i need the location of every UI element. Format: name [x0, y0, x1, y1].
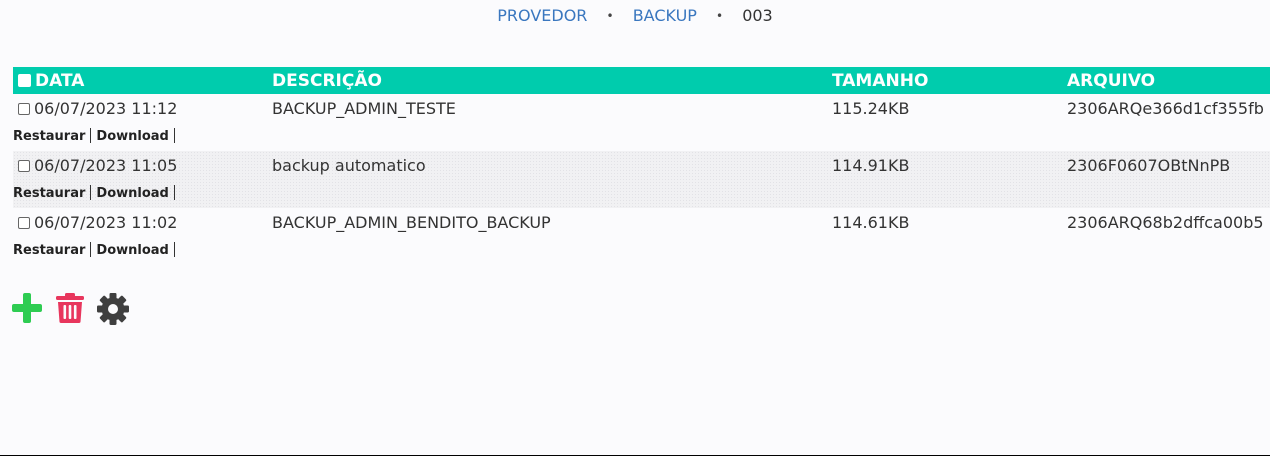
delete-backup-button[interactable] [54, 292, 88, 326]
breadcrumb-provedor[interactable]: PROVEDOR [497, 6, 587, 25]
restore-link[interactable]: Restaurar [13, 186, 85, 201]
action-divider [90, 128, 92, 143]
table-row: 06/07/2023 11:05 backup automatico 114.9… [13, 151, 1270, 208]
action-divider [173, 242, 175, 257]
select-all-checkbox[interactable] [18, 74, 31, 87]
plus-icon [11, 292, 45, 324]
header-data-label: DATA [35, 71, 85, 91]
action-divider [90, 185, 92, 200]
row-file: 2306ARQ68b2dffca00b5 [1067, 213, 1264, 232]
row-file: 2306F0607OBtNnPB [1067, 156, 1231, 175]
row-size: 115.24KB [832, 99, 910, 118]
row-date-cell: 06/07/2023 11:12 [18, 98, 177, 120]
row-checkbox[interactable] [18, 217, 30, 229]
action-divider [173, 128, 175, 143]
breadcrumb-separator: • [606, 9, 614, 23]
table-row: 06/07/2023 11:02 BACKUP_ADMIN_BENDITO_BA… [13, 208, 1270, 265]
add-backup-button[interactable] [11, 292, 45, 326]
row-size: 114.61KB [832, 213, 910, 232]
row-date-cell: 06/07/2023 11:05 [18, 155, 177, 177]
row-description: BACKUP_ADMIN_BENDITO_BACKUP [272, 213, 551, 232]
backup-table: DATA DESCRIÇÃO TAMANHO ARQUIVO 06/07/202… [13, 67, 1270, 265]
row-size: 114.91KB [832, 156, 910, 175]
breadcrumb-backup[interactable]: BACKUP [633, 6, 697, 25]
row-actions: Restaurar Download [13, 185, 180, 202]
gear-icon [96, 292, 130, 326]
restore-link[interactable]: Restaurar [13, 243, 85, 258]
header-arquivo: ARQUIVO [1067, 71, 1156, 91]
breadcrumb: PROVEDOR • BACKUP • 003 [0, 6, 1270, 26]
breadcrumb-separator: • [716, 9, 724, 23]
header-descricao: DESCRIÇÃO [272, 71, 382, 91]
breadcrumb-current: 003 [742, 6, 773, 25]
header-tamanho: TAMANHO [832, 71, 929, 91]
backup-page: PROVEDOR • BACKUP • 003 DATA DESCRIÇÃO T… [0, 0, 1270, 456]
header-data: DATA [18, 70, 84, 92]
trash-icon [54, 292, 88, 324]
action-divider [173, 185, 175, 200]
table-header: DATA DESCRIÇÃO TAMANHO ARQUIVO [13, 67, 1270, 94]
settings-button[interactable] [96, 292, 130, 326]
row-description: backup automatico [272, 156, 426, 175]
row-checkbox[interactable] [18, 160, 30, 172]
table-row: 06/07/2023 11:12 BACKUP_ADMIN_TESTE 115.… [13, 94, 1270, 151]
restore-link[interactable]: Restaurar [13, 129, 85, 144]
row-date: 06/07/2023 11:02 [34, 213, 178, 232]
action-divider [90, 242, 92, 257]
row-actions: Restaurar Download [13, 128, 180, 145]
row-date: 06/07/2023 11:12 [34, 99, 178, 118]
row-date-cell: 06/07/2023 11:02 [18, 212, 177, 234]
row-actions: Restaurar Download [13, 242, 180, 259]
row-description: BACKUP_ADMIN_TESTE [272, 99, 456, 118]
download-link[interactable]: Download [96, 129, 168, 144]
row-checkbox[interactable] [18, 103, 30, 115]
download-link[interactable]: Download [96, 243, 168, 258]
row-file: 2306ARQe366d1cf355fb [1067, 99, 1264, 118]
download-link[interactable]: Download [96, 186, 168, 201]
row-date: 06/07/2023 11:05 [34, 156, 178, 175]
